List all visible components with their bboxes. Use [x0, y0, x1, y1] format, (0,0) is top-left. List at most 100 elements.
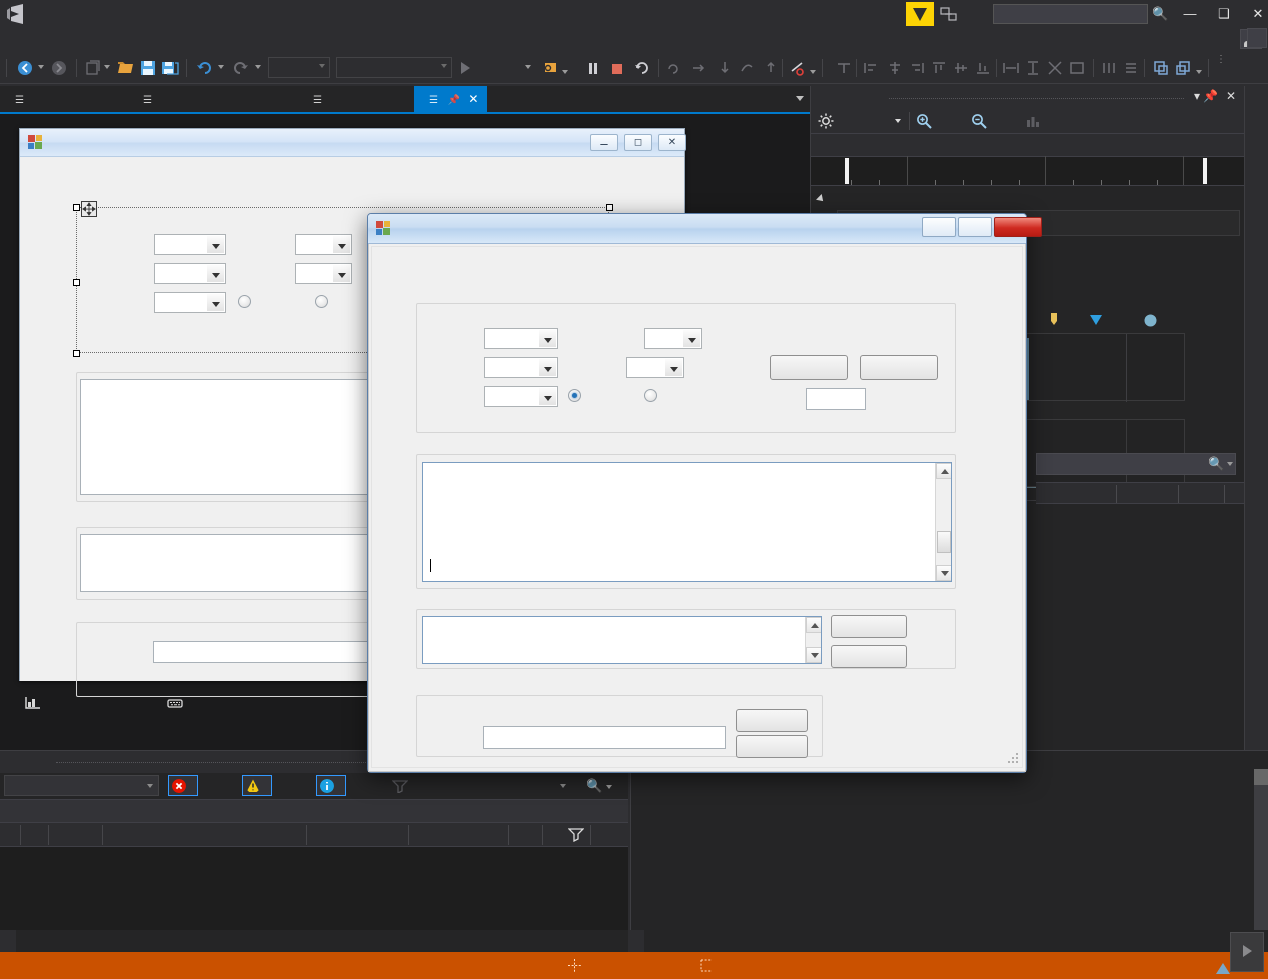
call-stack-body[interactable] — [631, 793, 1268, 931]
feedback-icon[interactable] — [906, 2, 934, 26]
error-search-input[interactable] — [0, 799, 628, 823]
search-icon[interactable]: 🔍 — [1208, 456, 1224, 472]
restart-icon[interactable] — [633, 59, 651, 77]
dialog-save-file-button[interactable] — [736, 735, 808, 758]
attach-process-icon[interactable] — [542, 59, 560, 77]
dialog-combo-stopbits[interactable] — [484, 386, 558, 407]
menu-item-view[interactable] — [116, 31, 126, 33]
chevron-down-icon[interactable] — [218, 65, 224, 69]
dialog-radio-char-display[interactable] — [568, 389, 581, 402]
pin-icon[interactable]: ☰ — [143, 95, 152, 106]
solution-explorer-dock[interactable] — [1244, 86, 1268, 750]
bottom-tab-watch1[interactable] — [117, 930, 133, 952]
toolbar-overflow-icon[interactable]: ⋮ — [1216, 54, 1226, 65]
designer-combo-port[interactable] — [154, 234, 226, 255]
tab-overflow-chevron-down-icon[interactable] — [796, 96, 804, 101]
quick-launch-input[interactable] — [993, 4, 1148, 24]
bottom-tab-immediate[interactable] — [740, 930, 756, 952]
menu-item-analyze[interactable] — [600, 31, 610, 33]
designer-combo-parity[interactable] — [295, 234, 352, 255]
dialog-tx-textarea[interactable] — [422, 616, 822, 664]
send-to-back-icon[interactable] — [1174, 59, 1192, 77]
dialog-radio-hex-display[interactable] — [644, 389, 657, 402]
chevron-down-icon[interactable] — [1227, 462, 1233, 466]
error-scope-combo[interactable] — [4, 775, 159, 796]
menu-item-project[interactable] — [174, 31, 184, 33]
pause-icon[interactable] — [588, 59, 598, 77]
designer-combo-stopbits[interactable] — [154, 292, 226, 313]
dialog-minimize-button[interactable] — [922, 217, 956, 237]
dialog-combo-parity[interactable] — [644, 328, 702, 349]
rx-scrollbar[interactable] — [935, 463, 951, 581]
tab-form1-cs-design[interactable]: ☰ 📌 ✕ — [414, 86, 487, 112]
bottom-tab-exceptions[interactable] — [684, 930, 700, 952]
search-events-box[interactable] — [1036, 453, 1236, 475]
dialog-clear-data-button[interactable] — [831, 615, 907, 638]
resize-grip[interactable] — [1008, 753, 1020, 765]
filter-icon[interactable] — [568, 827, 584, 842]
pin-icon[interactable]: ☰ — [313, 95, 322, 106]
dialog-close-port-button[interactable] — [860, 355, 938, 380]
pin-icon[interactable]: ☰ — [15, 95, 24, 106]
dialog-file-path-input[interactable] — [483, 726, 726, 749]
dialog-title-bar[interactable] — [368, 214, 1026, 244]
undo-icon[interactable] — [195, 59, 213, 77]
menu-item-file[interactable] — [4, 31, 14, 33]
tab-form1-designer-cs[interactable]: ☰ — [128, 86, 161, 112]
designer-close-button[interactable]: ✕ — [658, 134, 686, 151]
error-list-body[interactable] — [0, 847, 628, 931]
scrollbar-thumb[interactable] — [1254, 769, 1268, 785]
tab-form1-cs[interactable]: ☰ — [298, 86, 331, 112]
window-minimize-button[interactable]: — — [1176, 3, 1204, 25]
dialog-send-data-button[interactable] — [831, 645, 907, 668]
menu-item-help[interactable] — [724, 31, 734, 33]
search-icon[interactable]: 🔍 — [1152, 6, 1168, 22]
designer-combo-databits[interactable] — [295, 263, 352, 284]
menu-item-window[interactable] — [661, 31, 671, 33]
chevron-down-icon[interactable] — [810, 70, 816, 74]
bring-to-front-icon[interactable] — [1152, 59, 1170, 77]
tab-program-cs[interactable]: ☰ — [0, 86, 33, 112]
designer-radio-hex[interactable] — [315, 295, 328, 308]
solution-configuration-combo[interactable] — [268, 57, 330, 78]
chevron-down-icon[interactable] — [562, 70, 568, 74]
bottom-tab-call-stack[interactable] — [628, 930, 644, 952]
menu-item-debug[interactable] — [293, 31, 303, 33]
timeline-ruler[interactable] — [811, 156, 1244, 186]
tx-scrollbar[interactable] — [805, 617, 821, 663]
scroll-down-icon[interactable] — [936, 565, 952, 581]
close-icon[interactable]: ✕ — [468, 92, 478, 106]
team-explorer-icon[interactable] — [1247, 28, 1267, 48]
panel-menu-chevron-down-icon[interactable]: ▾ — [1194, 89, 1200, 103]
dialog-combo-port[interactable] — [484, 328, 558, 349]
menu-item-team[interactable] — [356, 31, 366, 33]
scroll-down-icon[interactable] — [806, 647, 822, 663]
menu-item-format[interactable] — [420, 31, 430, 33]
window-close-button[interactable]: ✕ — [1244, 3, 1268, 25]
move-grip-handle[interactable] — [81, 201, 97, 217]
close-icon[interactable]: ✕ — [1226, 89, 1236, 103]
menu-item-edit[interactable] — [57, 31, 67, 33]
designer-maximize-button[interactable]: ◻ — [624, 134, 652, 151]
serial-debug-dialog[interactable] — [367, 213, 1027, 773]
dialog-combo-databits[interactable] — [626, 357, 684, 378]
stop-icon[interactable] — [611, 59, 623, 77]
navigate-backward-icon[interactable] — [16, 59, 34, 77]
dialog-close-button[interactable] — [994, 217, 1042, 237]
continue-play-icon[interactable] — [458, 59, 472, 77]
menu-item-test[interactable] — [541, 31, 551, 33]
solution-platform-combo[interactable] — [336, 57, 452, 78]
open-file-icon[interactable] — [117, 59, 135, 77]
scrollbar-thumb[interactable] — [937, 531, 951, 553]
chevron-down-icon[interactable] — [38, 65, 44, 69]
scroll-up-icon[interactable] — [936, 463, 952, 479]
chevron-down-icon[interactable] — [104, 65, 110, 69]
dialog-open-file-button[interactable] — [736, 709, 808, 732]
menu-item-tools[interactable] — [482, 31, 492, 33]
dialog-maximize-button[interactable] — [958, 217, 992, 237]
search-icon[interactable]: 🔍 — [586, 778, 602, 794]
designer-minimize-button[interactable]: ⚊ — [590, 134, 618, 151]
error-count-chip[interactable] — [168, 775, 198, 796]
chevron-down-icon[interactable] — [895, 119, 901, 123]
dialog-open-port-button[interactable] — [770, 355, 848, 380]
